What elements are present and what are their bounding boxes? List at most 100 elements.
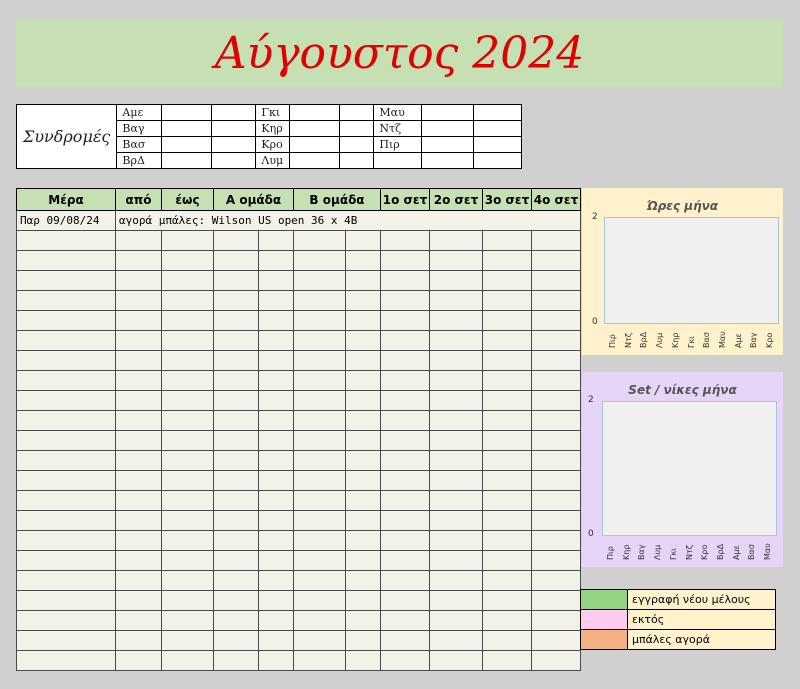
table-cell[interactable] bbox=[16, 430, 116, 451]
table-cell[interactable] bbox=[482, 350, 532, 371]
table-cell[interactable] bbox=[16, 410, 116, 431]
table-cell[interactable] bbox=[293, 370, 346, 391]
table-cell[interactable] bbox=[293, 450, 346, 471]
table-cell[interactable] bbox=[345, 530, 381, 551]
table-cell[interactable] bbox=[531, 630, 581, 651]
table-cell[interactable] bbox=[115, 650, 162, 671]
table-cell[interactable] bbox=[531, 590, 581, 611]
table-cell[interactable] bbox=[531, 510, 581, 531]
subscription-cell[interactable] bbox=[339, 120, 375, 137]
table-cell[interactable] bbox=[345, 490, 381, 511]
table-cell[interactable] bbox=[16, 630, 116, 651]
table-cell[interactable] bbox=[16, 590, 116, 611]
table-cell[interactable] bbox=[293, 550, 346, 571]
table-cell[interactable] bbox=[258, 490, 294, 511]
table-cell[interactable] bbox=[380, 530, 430, 551]
table-cell[interactable] bbox=[258, 530, 294, 551]
table-cell[interactable] bbox=[258, 430, 294, 451]
table-cell[interactable] bbox=[258, 510, 294, 531]
table-cell[interactable] bbox=[161, 390, 214, 411]
table-cell[interactable] bbox=[293, 430, 346, 451]
subscription-cell[interactable] bbox=[473, 120, 523, 137]
table-cell[interactable] bbox=[531, 550, 581, 571]
subscription-cell[interactable] bbox=[473, 136, 523, 153]
table-cell[interactable] bbox=[429, 430, 483, 451]
table-cell[interactable] bbox=[213, 230, 259, 251]
table-cell[interactable] bbox=[293, 470, 346, 491]
subscription-cell[interactable] bbox=[421, 120, 475, 137]
table-cell[interactable] bbox=[531, 290, 581, 311]
table-cell[interactable] bbox=[258, 410, 294, 431]
table-cell[interactable] bbox=[345, 430, 381, 451]
table-cell[interactable] bbox=[213, 610, 259, 631]
table-cell[interactable] bbox=[345, 610, 381, 631]
table-cell[interactable] bbox=[482, 510, 532, 531]
table-cell[interactable] bbox=[161, 590, 214, 611]
table-cell[interactable] bbox=[380, 630, 430, 651]
table-cell[interactable] bbox=[531, 230, 581, 251]
table-cell[interactable] bbox=[429, 550, 483, 571]
table-cell[interactable] bbox=[161, 310, 214, 331]
table-cell[interactable] bbox=[293, 290, 346, 311]
table-cell[interactable] bbox=[161, 630, 214, 651]
table-cell[interactable] bbox=[293, 330, 346, 351]
table-cell[interactable] bbox=[482, 610, 532, 631]
subscription-cell[interactable] bbox=[421, 104, 475, 121]
table-cell[interactable] bbox=[258, 590, 294, 611]
subscription-cell[interactable] bbox=[289, 120, 341, 137]
table-cell[interactable] bbox=[213, 650, 259, 671]
table-cell[interactable] bbox=[482, 250, 532, 271]
table-cell[interactable] bbox=[16, 350, 116, 371]
table-cell[interactable] bbox=[293, 590, 346, 611]
table-cell[interactable] bbox=[380, 250, 430, 271]
table-cell[interactable] bbox=[482, 370, 532, 391]
table-cell[interactable] bbox=[213, 530, 259, 551]
table-cell[interactable] bbox=[293, 530, 346, 551]
table-cell[interactable] bbox=[380, 590, 430, 611]
table-cell[interactable] bbox=[258, 270, 294, 291]
table-cell[interactable] bbox=[258, 470, 294, 491]
table-cell[interactable] bbox=[213, 370, 259, 391]
table-cell[interactable] bbox=[531, 410, 581, 431]
table-cell[interactable] bbox=[213, 550, 259, 571]
table-cell[interactable] bbox=[531, 570, 581, 591]
table-cell[interactable] bbox=[293, 570, 346, 591]
table-cell[interactable] bbox=[115, 630, 162, 651]
subscription-cell[interactable] bbox=[161, 120, 213, 137]
table-cell[interactable] bbox=[482, 550, 532, 571]
table-cell[interactable] bbox=[380, 610, 430, 631]
table-cell[interactable] bbox=[531, 370, 581, 391]
table-cell[interactable] bbox=[16, 310, 116, 331]
table-cell[interactable] bbox=[429, 570, 483, 591]
table-cell[interactable] bbox=[161, 230, 214, 251]
table-cell[interactable] bbox=[482, 410, 532, 431]
table-cell[interactable] bbox=[213, 490, 259, 511]
table-cell[interactable] bbox=[293, 490, 346, 511]
table-cell[interactable] bbox=[115, 510, 162, 531]
table-cell[interactable] bbox=[213, 390, 259, 411]
table-cell[interactable] bbox=[380, 310, 430, 331]
table-cell[interactable] bbox=[161, 290, 214, 311]
table-cell[interactable] bbox=[16, 650, 116, 671]
subscription-cell[interactable] bbox=[161, 152, 213, 169]
table-cell[interactable] bbox=[345, 450, 381, 471]
table-cell[interactable] bbox=[213, 510, 259, 531]
table-cell[interactable] bbox=[161, 510, 214, 531]
table-cell[interactable] bbox=[115, 310, 162, 331]
table-cell[interactable] bbox=[482, 470, 532, 491]
table-cell[interactable] bbox=[293, 350, 346, 371]
subscription-cell[interactable] bbox=[211, 120, 257, 137]
table-cell[interactable] bbox=[429, 590, 483, 611]
subscription-cell[interactable] bbox=[339, 136, 375, 153]
day-cell[interactable]: Παρ 09/08/24 bbox=[16, 210, 116, 231]
table-cell[interactable] bbox=[16, 470, 116, 491]
table-cell[interactable] bbox=[213, 470, 259, 491]
table-cell[interactable] bbox=[213, 250, 259, 271]
subscription-cell[interactable] bbox=[211, 104, 257, 121]
table-cell[interactable] bbox=[293, 410, 346, 431]
table-cell[interactable] bbox=[115, 430, 162, 451]
table-cell[interactable] bbox=[531, 270, 581, 291]
table-cell[interactable] bbox=[482, 310, 532, 331]
table-cell[interactable] bbox=[161, 450, 214, 471]
table-cell[interactable] bbox=[345, 290, 381, 311]
